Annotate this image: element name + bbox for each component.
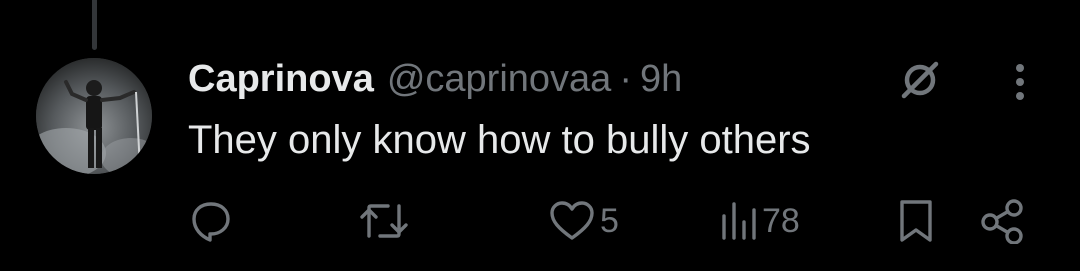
- share-button[interactable]: [978, 196, 1026, 246]
- more-vertical-icon: [1016, 64, 1024, 100]
- views-count: 78: [762, 201, 800, 240]
- retweet-icon: [360, 204, 408, 238]
- tweet-text: They only know how to bully others: [188, 118, 811, 162]
- heart-icon: [550, 201, 594, 240]
- reply-button[interactable]: [188, 196, 234, 246]
- display-name[interactable]: Caprinova: [188, 60, 374, 98]
- bookmark-button[interactable]: [896, 196, 936, 246]
- like-count: 5: [600, 201, 619, 240]
- tweet-actions-bar: 5 78: [0, 196, 1080, 246]
- avatar[interactable]: [36, 58, 152, 174]
- thread-connector-line: [92, 0, 97, 50]
- like-button[interactable]: 5: [548, 196, 619, 246]
- timestamp[interactable]: 9h: [640, 60, 682, 98]
- more-options-button[interactable]: [1000, 56, 1040, 108]
- user-handle[interactable]: @caprinovaa: [387, 60, 611, 98]
- separator-dot: ·: [619, 58, 632, 100]
- avatar-image: [36, 58, 152, 174]
- grok-button[interactable]: [894, 54, 946, 106]
- retweet-button[interactable]: [358, 196, 410, 246]
- bookmark-icon: [900, 200, 932, 242]
- share-icon: [981, 199, 1023, 244]
- grok-icon: [901, 61, 939, 99]
- reply-icon: [192, 202, 230, 242]
- views-icon: [722, 202, 756, 240]
- tweet-header: Caprinova @caprinovaa · 9h: [188, 54, 682, 104]
- views-button[interactable]: 78: [720, 196, 800, 246]
